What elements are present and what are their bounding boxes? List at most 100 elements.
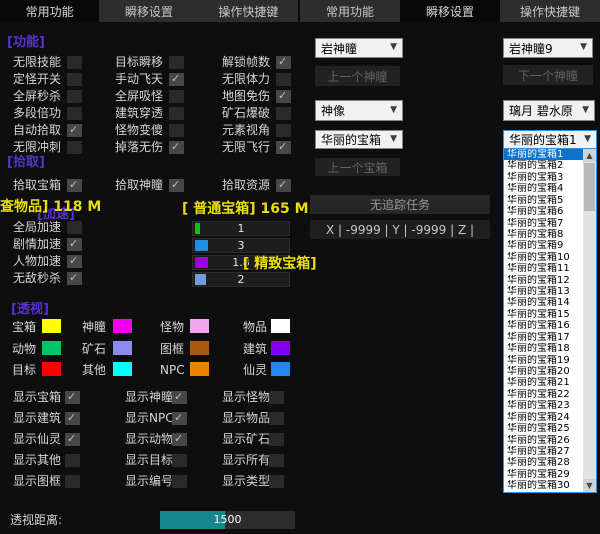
dropdown-list-item[interactable]: 华丽的宝箱22 [504,389,583,400]
dropdown-list-item[interactable]: 华丽的宝箱4 [504,183,583,194]
dropdown-list-item[interactable]: 华丽的宝箱6 [504,206,583,217]
tab-inactive[interactable]: 操作快捷键 [500,0,600,22]
chest-target-combobox[interactable]: 华丽的宝箱1 ▼ [503,130,597,149]
checkbox-checked[interactable] [172,412,187,425]
dropdown-scrollbar[interactable]: ▲▼ [583,149,596,492]
dropdown-list-item[interactable]: 华丽的宝箱1 [504,149,583,160]
speed-value-input[interactable]: 2 [192,272,290,287]
tracked-task-row[interactable]: 无追踪任务 [310,195,490,214]
prev-eye-button[interactable]: 上一个神瞳 [315,66,400,86]
dropdown-list-item[interactable]: 华丽的宝箱25 [504,423,583,434]
legend-color-swatch[interactable] [271,341,290,355]
dropdown-list-item[interactable]: 华丽的宝箱11 [504,263,583,274]
checkbox-checked[interactable] [169,141,184,154]
dropdown-list-item[interactable]: 华丽的宝箱5 [504,195,583,206]
esp-distance-slider[interactable]: 1500 [160,511,295,529]
checkbox-unchecked[interactable] [65,475,80,488]
checkbox-checked[interactable] [65,433,80,446]
checkbox-unchecked[interactable] [169,56,184,69]
dropdown-list-item[interactable]: 华丽的宝箱16 [504,320,583,331]
tab-inactive[interactable]: 常用功能 [300,0,400,22]
checkbox-checked[interactable] [276,56,291,69]
checkbox-checked[interactable] [67,272,82,285]
dropdown-list-item[interactable]: 华丽的宝箱26 [504,435,583,446]
checkbox-unchecked[interactable] [172,454,187,467]
dropdown-list-item[interactable]: 华丽的宝箱7 [504,218,583,229]
legend-color-swatch[interactable] [42,319,61,333]
legend-color-swatch[interactable] [190,319,209,333]
dropdown-list-item[interactable]: 华丽的宝箱21 [504,377,583,388]
checkbox-checked[interactable] [172,391,187,404]
dropdown-list-item[interactable]: 华丽的宝箱24 [504,412,583,423]
checkbox-checked[interactable] [276,179,291,192]
legend-color-swatch[interactable] [271,362,290,376]
dropdown-list-item[interactable]: 华丽的宝箱18 [504,343,583,354]
tab-inactive[interactable]: 瞬移设置 [99,0,198,22]
checkbox-unchecked[interactable] [269,454,284,467]
dropdown-list-item[interactable]: 华丽的宝箱15 [504,309,583,320]
tab-active[interactable]: 常用功能 [0,0,99,22]
dropdown-list-item[interactable]: 华丽的宝箱17 [504,332,583,343]
scroll-down-icon[interactable]: ▼ [583,479,596,492]
checkbox-unchecked[interactable] [67,90,82,103]
legend-color-swatch[interactable] [113,362,132,376]
checkbox-unchecked[interactable] [269,475,284,488]
legend-color-swatch[interactable] [190,362,209,376]
chest-type-combobox[interactable]: 华丽的宝箱 ▼ [315,130,403,149]
dropdown-list-item[interactable]: 华丽的宝箱8 [504,229,583,240]
dropdown-list-item[interactable]: 华丽的宝箱13 [504,286,583,297]
checkbox-checked[interactable] [169,73,184,86]
checkbox-checked[interactable] [65,391,80,404]
checkbox-unchecked[interactable] [67,141,82,154]
dropdown-list-item[interactable]: 华丽的宝箱14 [504,297,583,308]
checkbox-checked[interactable] [172,433,187,446]
dropdown-list-item[interactable]: 华丽的宝箱19 [504,355,583,366]
dropdown-list-item[interactable]: 华丽的宝箱3 [504,172,583,183]
speed-value-input[interactable]: 1 [192,221,290,236]
scroll-up-icon[interactable]: ▲ [583,149,596,162]
checkbox-unchecked[interactable] [269,433,284,446]
legend-color-swatch[interactable] [190,341,209,355]
checkbox-unchecked[interactable] [172,475,187,488]
checkbox-checked[interactable] [67,255,82,268]
checkbox-unchecked[interactable] [276,73,291,86]
checkbox-unchecked[interactable] [67,73,82,86]
checkbox-unchecked[interactable] [276,107,291,120]
checkbox-checked[interactable] [67,124,82,137]
dropdown-list-item[interactable]: 华丽的宝箱28 [504,457,583,468]
legend-color-swatch[interactable] [42,341,61,355]
dropdown-list-item[interactable]: 华丽的宝箱10 [504,252,583,263]
dropdown-list-item[interactable]: 华丽的宝箱30 [504,480,583,491]
checkbox-unchecked[interactable] [169,90,184,103]
checkbox-unchecked[interactable] [67,107,82,120]
dropdown-list-item[interactable]: 华丽的宝箱2 [504,160,583,171]
legend-color-swatch[interactable] [113,319,132,333]
checkbox-unchecked[interactable] [269,391,284,404]
next-eye-button[interactable]: 下一个神瞳 [503,65,593,85]
scroll-thumb[interactable] [584,163,595,211]
eye-type-combobox[interactable]: 岩神瞳 ▼ [315,38,403,58]
prev-chest-button[interactable]: 上一个宝箱 [315,158,400,176]
checkbox-unchecked[interactable] [65,454,80,467]
checkbox-checked[interactable] [67,179,82,192]
checkbox-unchecked[interactable] [269,412,284,425]
checkbox-unchecked[interactable] [276,124,291,137]
checkbox-checked[interactable] [276,90,291,103]
checkbox-unchecked[interactable] [67,56,82,69]
dropdown-list-item[interactable]: 华丽的宝箱20 [504,366,583,377]
checkbox-checked[interactable] [169,179,184,192]
checkbox-unchecked[interactable] [169,124,184,137]
tab-active[interactable]: 瞬移设置 [400,0,500,22]
statue-type-combobox[interactable]: 神像 ▼ [315,100,403,121]
checkbox-checked[interactable] [276,141,291,154]
checkbox-unchecked[interactable] [67,221,82,234]
eye-target-combobox[interactable]: 岩神瞳9 ▼ [503,38,593,58]
dropdown-list-item[interactable]: 华丽的宝箱29 [504,469,583,480]
legend-color-swatch[interactable] [42,362,61,376]
dropdown-list-item[interactable]: 华丽的宝箱23 [504,400,583,411]
checkbox-checked[interactable] [65,412,80,425]
dropdown-list-item[interactable]: 华丽的宝箱12 [504,275,583,286]
legend-color-swatch[interactable] [113,341,132,355]
legend-color-swatch[interactable] [271,319,290,333]
statue-target-combobox[interactable]: 璃月 碧水原 ▼ [503,100,595,121]
